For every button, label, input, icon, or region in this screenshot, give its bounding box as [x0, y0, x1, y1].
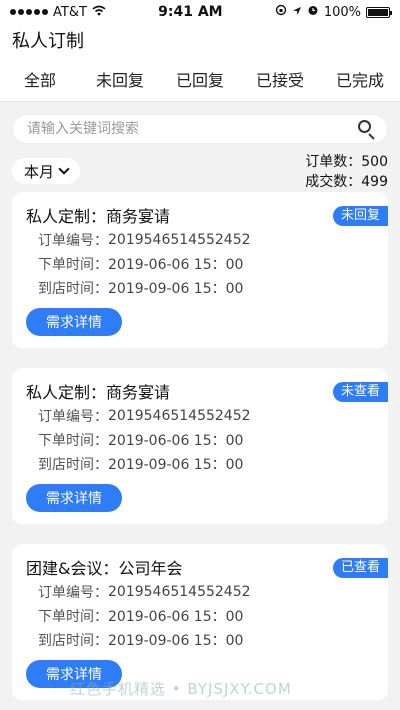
order-number-value: 2019546514552452	[108, 584, 251, 600]
requirement-details-button[interactable]: 需求详情	[26, 308, 122, 336]
location-icon	[292, 5, 302, 20]
battery-icon	[365, 6, 392, 18]
order-time-label: 下单时间：	[38, 433, 108, 449]
order-number-row: 订单编号： 2019546514552452	[26, 580, 374, 604]
battery-fill	[367, 8, 388, 16]
search-input[interactable]	[27, 121, 357, 137]
arrive-time-value: 2019-09-06 15：00	[108, 281, 244, 297]
order-card: 私人定制：商务宴请 未回复 订单编号： 2019546514552452 下单时…	[12, 192, 388, 348]
order-number-label: 订单编号：	[38, 585, 108, 601]
order-time-row: 下单时间： 2019-06-06 15：00	[26, 428, 374, 452]
order-number-label: 订单编号：	[38, 233, 108, 249]
order-stats: 订单数：500 成交数：499	[305, 152, 388, 192]
deal-count: 成交数：499	[305, 174, 388, 190]
search-box	[12, 114, 388, 144]
requirement-details-button[interactable]: 需求详情	[26, 660, 122, 688]
tab-bar: 全部 未回复 已回复 已接受 已完成	[0, 56, 400, 102]
card-title: 私人定制：商务宴请	[26, 207, 171, 226]
order-time-value: 2019-06-06 15：00	[108, 609, 244, 625]
arrive-time-row: 到店时间： 2019-09-06 15：00	[26, 276, 374, 300]
order-number-value: 2019546514552452	[108, 408, 251, 424]
order-time-label: 下单时间：	[38, 257, 108, 273]
order-time-value: 2019-06-06 15：00	[108, 433, 244, 449]
tab-unreplied[interactable]: 未回复	[80, 56, 160, 101]
page-title: 私人订制	[12, 31, 84, 52]
card-title: 私人定制：商务宴请	[26, 383, 171, 402]
search-bar	[0, 102, 400, 144]
status-left: AT&T	[10, 5, 106, 20]
status-right: 100%	[275, 4, 392, 20]
order-card: 团建&会议：公司年会 已查看 订单编号： 2019546514552452 下单…	[12, 544, 388, 700]
arrive-time-value: 2019-09-06 15：00	[108, 633, 244, 649]
month-filter-button[interactable]: 本月	[12, 158, 81, 184]
signal-icon	[10, 9, 48, 15]
order-count: 订单数：500	[305, 154, 388, 170]
tab-accepted[interactable]: 已接受	[240, 56, 320, 101]
status-bar: AT&T 9:41 AM 100%	[0, 0, 400, 24]
order-number-label: 订单编号：	[38, 409, 108, 425]
order-time-label: 下单时间：	[38, 609, 108, 625]
filter-row: 本月 订单数：500 成交数：499	[0, 144, 400, 192]
wifi-icon	[92, 5, 106, 20]
month-filter-label: 本月	[24, 162, 55, 181]
rotation-lock-icon	[275, 4, 287, 20]
alarm-icon	[307, 4, 319, 20]
order-time-row: 下单时间： 2019-06-06 15：00	[26, 604, 374, 628]
arrive-time-row: 到店时间： 2019-09-06 15：00	[26, 452, 374, 476]
tab-completed[interactable]: 已完成	[320, 56, 400, 101]
top-area: AT&T 9:41 AM 100% 私人订制 全部 未回复 已回复 已接受 已完…	[0, 0, 400, 102]
card-title: 团建&会议：公司年会	[26, 559, 183, 578]
chevron-down-icon	[58, 163, 70, 175]
status-badge: 未回复	[332, 206, 388, 226]
arrive-time-row: 到店时间： 2019-09-06 15：00	[26, 628, 374, 652]
search-icon[interactable]	[357, 119, 377, 140]
status-badge: 已查看	[332, 558, 388, 578]
order-time-row: 下单时间： 2019-06-06 15：00	[26, 252, 374, 276]
clock-label: 9:41 AM	[158, 4, 223, 20]
requirement-details-button[interactable]: 需求详情	[26, 484, 122, 512]
order-card: 私人定制：商务宴请 未查看 订单编号： 2019546514552452 下单时…	[12, 368, 388, 524]
tab-replied[interactable]: 已回复	[160, 56, 240, 101]
order-time-value: 2019-06-06 15：00	[108, 257, 244, 273]
carrier-label: AT&T	[53, 4, 87, 20]
arrive-time-label: 到店时间：	[38, 281, 108, 297]
status-badge: 未查看	[332, 382, 388, 402]
order-number-value: 2019546514552452	[108, 232, 251, 248]
arrive-time-value: 2019-09-06 15：00	[108, 457, 244, 473]
battery-label: 100%	[323, 4, 361, 20]
order-number-row: 订单编号： 2019546514552452	[26, 404, 374, 428]
tab-all[interactable]: 全部	[0, 56, 80, 101]
arrive-time-label: 到店时间：	[38, 457, 108, 473]
order-number-row: 订单编号： 2019546514552452	[26, 228, 374, 252]
arrive-time-label: 到店时间：	[38, 633, 108, 649]
